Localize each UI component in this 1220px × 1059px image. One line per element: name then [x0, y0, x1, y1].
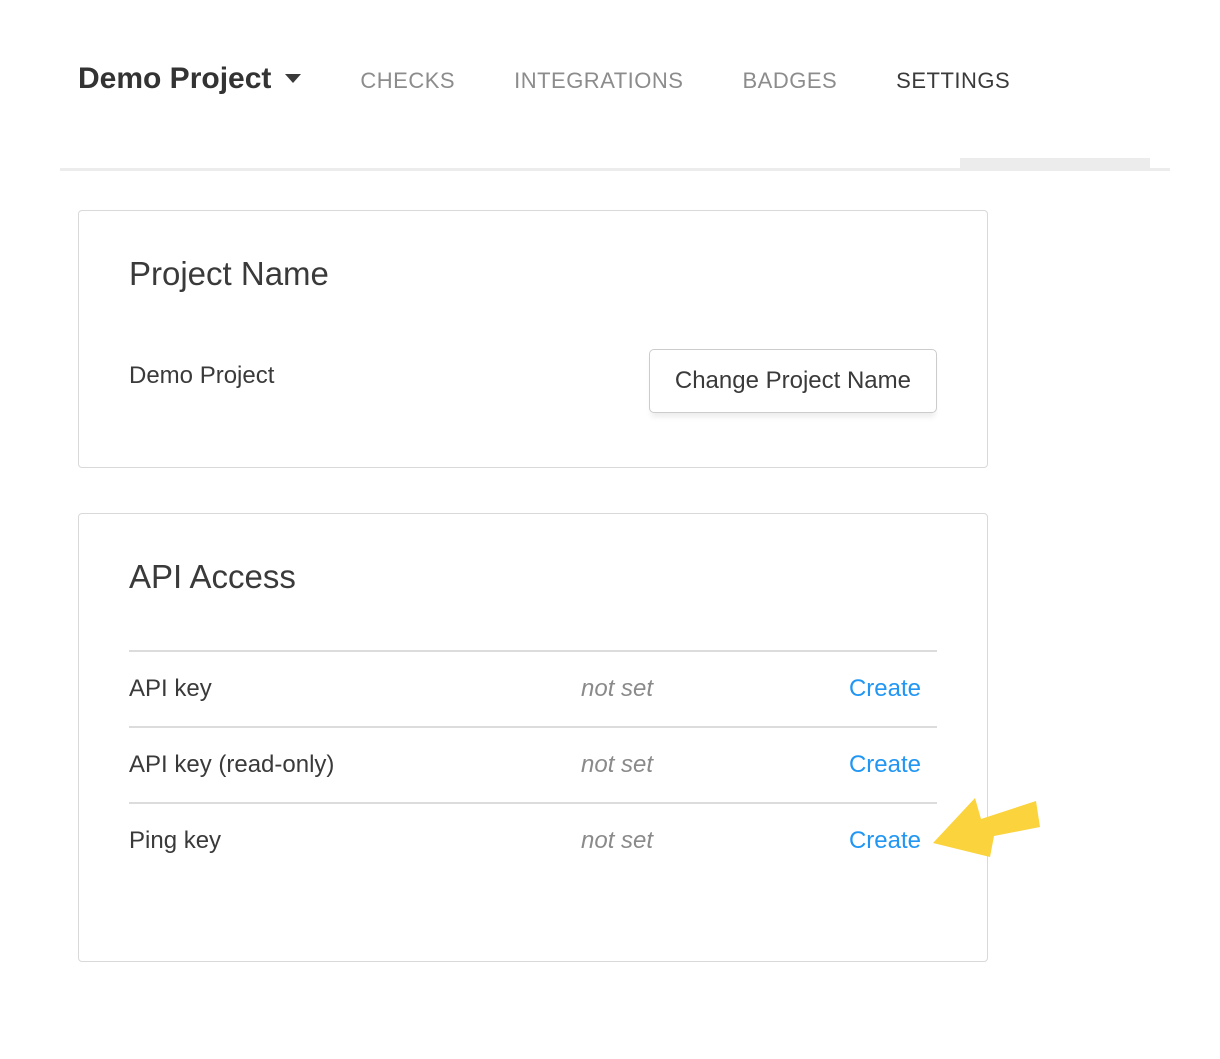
- table-row-api-key: API key not set Create: [129, 650, 937, 726]
- create-api-key-link[interactable]: Create: [849, 675, 937, 703]
- create-ping-key-link[interactable]: Create: [849, 827, 937, 855]
- tab-badges[interactable]: BADGES: [742, 68, 837, 94]
- settings-page: Project Name Demo Project Change Project…: [78, 210, 988, 962]
- change-project-name-button[interactable]: Change Project Name: [649, 349, 937, 413]
- project-switcher-label: Demo Project: [78, 62, 271, 96]
- project-name-value: Demo Project: [129, 362, 274, 390]
- api-access-card: API Access API key not set Create API ke…: [78, 513, 988, 962]
- tab-settings[interactable]: SETTINGS: [896, 68, 1010, 94]
- create-api-key-read-only-link[interactable]: Create: [849, 751, 937, 779]
- ping-key-value: not set: [581, 827, 849, 855]
- project-name-card-title: Project Name: [129, 255, 937, 293]
- project-name-row: Demo Project Change Project Name: [129, 349, 937, 413]
- api-key-read-only-value: not set: [581, 751, 849, 779]
- api-key-label: API key: [129, 675, 581, 703]
- tab-checks[interactable]: CHECKS: [360, 68, 455, 94]
- api-key-read-only-label: API key (read-only): [129, 751, 581, 779]
- chevron-down-icon: [285, 74, 301, 83]
- table-row-ping-key: Ping key not set Create: [129, 802, 937, 878]
- ping-key-label: Ping key: [129, 827, 581, 855]
- nav-row: Demo Project CHECKS INTEGRATIONS BADGES …: [78, 62, 1010, 96]
- api-keys-table: API key not set Create API key (read-onl…: [129, 650, 937, 878]
- project-switcher[interactable]: Demo Project: [78, 62, 301, 96]
- active-tab-indicator: [960, 158, 1150, 171]
- table-row-api-key-read-only: API key (read-only) not set Create: [129, 726, 937, 802]
- project-name-card: Project Name Demo Project Change Project…: [78, 210, 988, 468]
- api-access-card-title: API Access: [129, 558, 937, 596]
- api-key-value: not set: [581, 675, 849, 703]
- tab-integrations[interactable]: INTEGRATIONS: [514, 68, 683, 94]
- top-navigation: Demo Project CHECKS INTEGRATIONS BADGES …: [60, 0, 1170, 171]
